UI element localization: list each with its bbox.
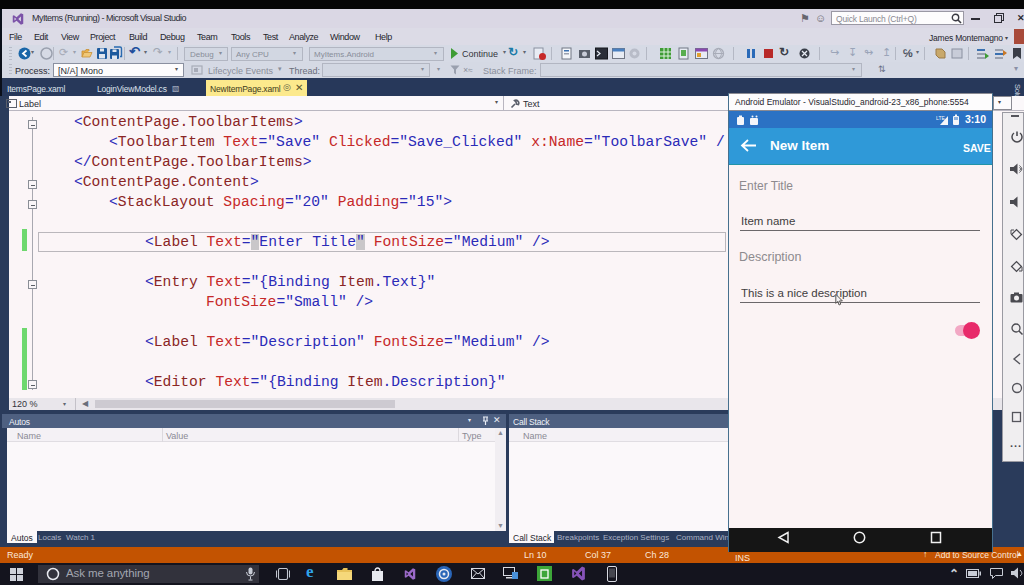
svg-text:LTE: LTE (936, 115, 945, 121)
